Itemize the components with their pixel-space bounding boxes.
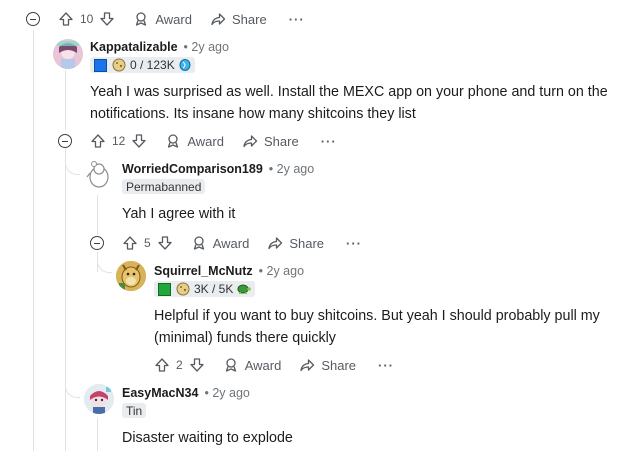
avatar[interactable]	[53, 39, 83, 69]
thread-line	[65, 148, 66, 451]
thread-line	[33, 30, 34, 451]
award-button[interactable]: Award	[133, 11, 192, 27]
comment-timestamp: • 2y ago	[183, 40, 229, 54]
downvote-icon[interactable]	[189, 357, 205, 373]
comment-actions: 5 Award Share ···	[122, 233, 362, 253]
collapse-button[interactable]	[26, 12, 40, 26]
upvote-icon[interactable]	[90, 133, 106, 149]
more-options-button[interactable]: ···	[378, 358, 394, 373]
downvote-icon[interactable]	[131, 133, 147, 149]
user-flair: 0 / 123K	[90, 57, 195, 73]
more-options-button[interactable]: ···	[289, 12, 305, 27]
vote-controls: 2	[154, 357, 205, 373]
collapse-button[interactable]	[58, 134, 72, 148]
vote-count: 5	[144, 236, 151, 250]
user-flair: 3K / 5K	[154, 281, 256, 297]
thread-line	[97, 195, 98, 235]
green-square-icon	[158, 282, 171, 296]
share-button[interactable]: Share	[210, 11, 267, 27]
thread-line	[65, 70, 66, 130]
comment-timestamp: • 2y ago	[204, 386, 250, 400]
share-button[interactable]: Share	[267, 235, 324, 251]
downvote-icon[interactable]	[99, 11, 115, 27]
comment-actions: 12 Award Share ···	[90, 131, 337, 151]
vote-controls: 5	[122, 235, 173, 251]
award-icon	[165, 133, 181, 149]
share-icon	[299, 357, 315, 373]
thread-branch	[65, 160, 80, 175]
user-flair: Tin	[122, 403, 147, 418]
award-button[interactable]: Award	[165, 133, 224, 149]
comment-timestamp: • 2y ago	[268, 162, 315, 176]
thread-branch	[65, 383, 80, 398]
comment-body: Yeah I was surprised as well. Install th…	[90, 84, 608, 122]
vote-controls: 10	[58, 11, 115, 27]
upvote-icon[interactable]	[58, 11, 74, 27]
thread-branch	[97, 258, 112, 273]
upvote-icon[interactable]	[154, 357, 170, 373]
award-icon	[133, 11, 149, 27]
comment-author[interactable]: EasyMacN34 • 2y ago	[122, 386, 250, 400]
comment-author[interactable]: Squirrel_McNutz • 2y ago	[154, 264, 304, 278]
comment-author[interactable]: WorriedComparison189 • 2y ago	[122, 162, 314, 176]
more-options-button[interactable]: ···	[346, 236, 362, 251]
comment-author[interactable]: Kappatalizable • 2y ago	[90, 40, 229, 54]
moon-gem-icon	[179, 59, 191, 71]
share-icon	[267, 235, 283, 251]
comment-body: Disaster waiting to explode	[122, 430, 293, 446]
downvote-icon[interactable]	[157, 235, 173, 251]
avatar[interactable]	[84, 384, 114, 414]
share-button[interactable]: Share	[299, 357, 356, 373]
comment-actions: 2 Award Share ···	[154, 355, 394, 375]
blue-square-icon	[94, 58, 107, 72]
vote-controls: 12	[90, 133, 147, 149]
thread-line	[97, 418, 98, 451]
moon-coin-icon	[112, 58, 126, 72]
comment-body: Helpful if you want to buy shitcoins. Bu…	[154, 308, 600, 346]
user-flair: Permabanned	[122, 179, 206, 194]
moon-coin-icon	[176, 282, 190, 296]
collapse-button[interactable]	[90, 236, 104, 250]
share-icon	[242, 133, 258, 149]
upvote-icon[interactable]	[122, 235, 138, 251]
comment-actions: 10 Award Share ···	[58, 9, 305, 29]
avatar[interactable]	[84, 159, 114, 189]
turtle-icon	[237, 283, 252, 295]
vote-count: 12	[112, 134, 126, 148]
comment-timestamp: • 2y ago	[258, 264, 305, 278]
share-icon	[210, 11, 226, 27]
award-button[interactable]: Award	[223, 357, 281, 373]
award-icon	[223, 357, 239, 373]
more-options-button[interactable]: ···	[321, 134, 337, 149]
share-button[interactable]: Share	[242, 133, 299, 149]
comment-body: Yah I agree with it	[122, 206, 236, 222]
vote-count: 2	[176, 358, 183, 372]
vote-count: 10	[80, 12, 94, 26]
avatar[interactable]	[116, 261, 146, 291]
award-button[interactable]: Award	[191, 235, 249, 251]
award-icon	[191, 235, 207, 251]
